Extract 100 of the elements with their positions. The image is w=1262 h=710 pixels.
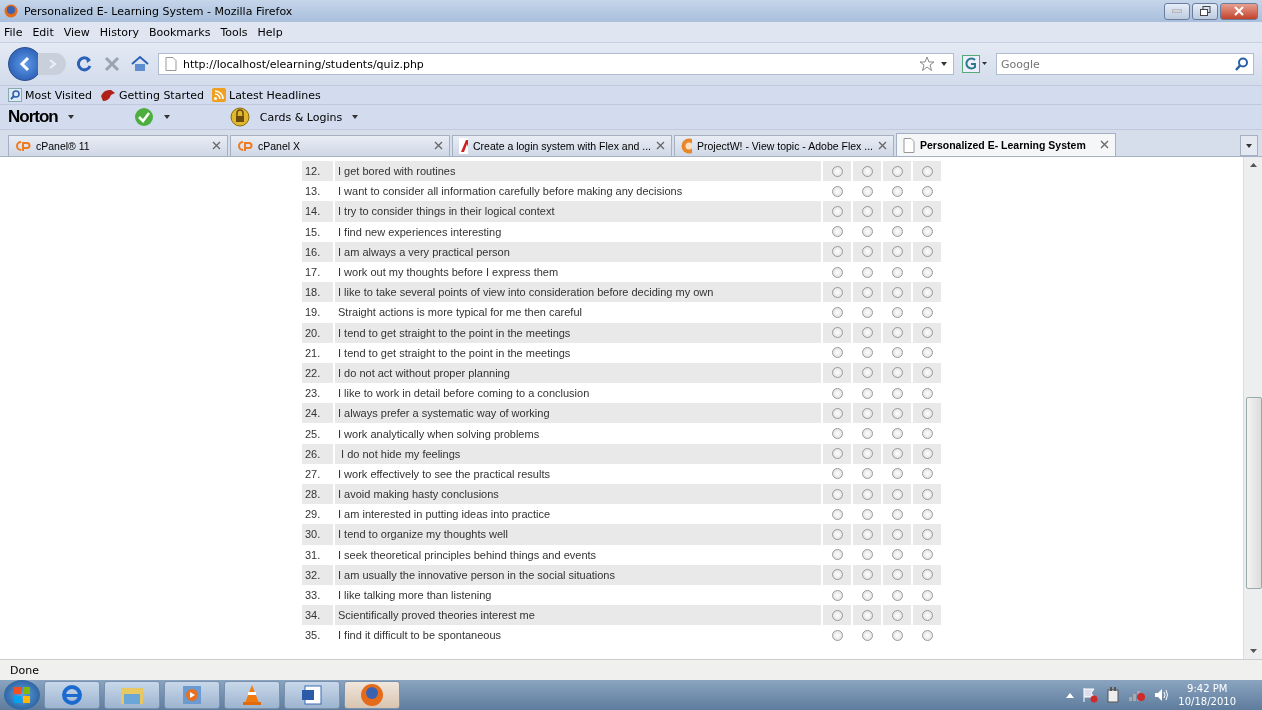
radio-button[interactable] [861,367,873,379]
radio-button[interactable] [831,226,843,238]
radio-button[interactable] [831,549,843,561]
radio-button[interactable] [861,387,873,399]
radio-button[interactable] [891,569,903,581]
radio-button[interactable] [921,609,933,621]
radio-button[interactable] [831,609,843,621]
radio-button[interactable] [831,569,843,581]
radio-button[interactable] [891,407,903,419]
close-icon[interactable] [1100,140,1109,149]
radio-button[interactable] [861,327,873,339]
cards-logins-menu[interactable]: Cards & Logins [259,110,343,124]
network-icon[interactable] [1128,688,1147,702]
radio-button[interactable] [861,508,873,520]
radio-button[interactable] [921,185,933,197]
radio-button[interactable] [891,488,903,500]
radio-button[interactable] [831,306,843,318]
radio-button[interactable] [861,226,873,238]
radio-button[interactable] [861,528,873,540]
up-arrow-icon[interactable] [1249,163,1257,167]
browser-taskbar-button[interactable] [44,681,100,709]
radio-button[interactable] [891,185,903,197]
browser-tab[interactable]: cPanel® 11 [8,135,228,156]
radio-button[interactable] [891,629,903,641]
close-icon[interactable] [878,141,887,150]
home-icon[interactable] [130,54,150,74]
radio-button[interactable] [831,448,843,460]
radio-button[interactable] [831,286,843,298]
bookmark-link[interactable]: Getting Started [99,88,204,102]
radio-button[interactable] [831,205,843,217]
radio-button[interactable] [891,226,903,238]
radio-button[interactable] [831,185,843,197]
radio-button[interactable] [921,266,933,278]
menu-item[interactable]: Bookmarks [149,25,211,39]
radio-button[interactable] [891,286,903,298]
radio-button[interactable] [861,306,873,318]
star-icon[interactable] [919,56,935,72]
radio-button[interactable] [921,306,933,318]
radio-button[interactable] [921,165,933,177]
radio-button[interactable] [891,205,903,217]
radio-button[interactable] [831,387,843,399]
radio-button[interactable] [861,428,873,440]
radio-button[interactable] [831,165,843,177]
radio-button[interactable] [921,629,933,641]
radio-button[interactable] [861,266,873,278]
tab-list-button[interactable] [1240,135,1258,156]
radio-button[interactable] [891,448,903,460]
radio-button[interactable] [861,347,873,359]
caret-icon[interactable] [352,115,359,119]
close-icon[interactable] [656,141,665,150]
radio-button[interactable] [831,488,843,500]
address-bar[interactable]: http://localhost/elearning/students/quiz.php [158,53,954,75]
firefox-taskbar-button[interactable] [344,681,400,709]
radio-button[interactable] [921,488,933,500]
radio-button[interactable] [891,306,903,318]
radio-button[interactable] [861,589,873,601]
radio-button[interactable] [921,428,933,440]
scrollbar[interactable] [1243,157,1262,659]
radio-button[interactable] [921,205,933,217]
restore-button[interactable] [1192,2,1218,20]
browser-tab[interactable]: ProjectW! - View topic - Adobe Flex ... [674,135,894,156]
radio-button[interactable] [831,428,843,440]
radio-button[interactable] [891,387,903,399]
radio-button[interactable] [861,629,873,641]
radio-button[interactable] [891,428,903,440]
radio-button[interactable] [891,266,903,278]
radio-button[interactable] [861,448,873,460]
search-field[interactable]: Google [996,53,1254,75]
radio-button[interactable] [861,407,873,419]
power-plug-icon[interactable] [1106,687,1121,703]
browser-tab[interactable]: cPanel X [230,135,450,156]
radio-button[interactable] [891,327,903,339]
radio-button[interactable] [921,448,933,460]
radio-button[interactable] [891,246,903,258]
radio-button[interactable] [861,609,873,621]
norton-logo[interactable]: Norton [8,107,58,127]
radio-button[interactable] [861,165,873,177]
menu-item[interactable]: File [4,25,23,39]
radio-button[interactable] [861,468,873,480]
menu-item[interactable]: Edit [32,25,54,39]
google-engine-icon[interactable] [962,55,988,73]
radio-button[interactable] [891,609,903,621]
radio-button[interactable] [861,205,873,217]
radio-button[interactable] [861,185,873,197]
radio-button[interactable] [891,367,903,379]
caret-icon[interactable] [163,115,170,119]
checkmark-icon[interactable] [133,107,154,127]
browser-tab[interactable]: Personalized E- Learning System [896,133,1116,156]
scroll-thumb[interactable] [1246,397,1262,589]
start-button[interactable] [4,680,40,710]
radio-button[interactable] [831,508,843,520]
radio-button[interactable] [921,589,933,601]
speaker-icon[interactable] [1154,688,1171,702]
caret-icon[interactable] [67,115,74,119]
close-icon[interactable] [212,141,221,150]
radio-button[interactable] [921,407,933,419]
radio-button[interactable] [921,367,933,379]
flag-icon[interactable] [1082,687,1099,703]
radio-button[interactable] [921,226,933,238]
radio-button[interactable] [861,246,873,258]
